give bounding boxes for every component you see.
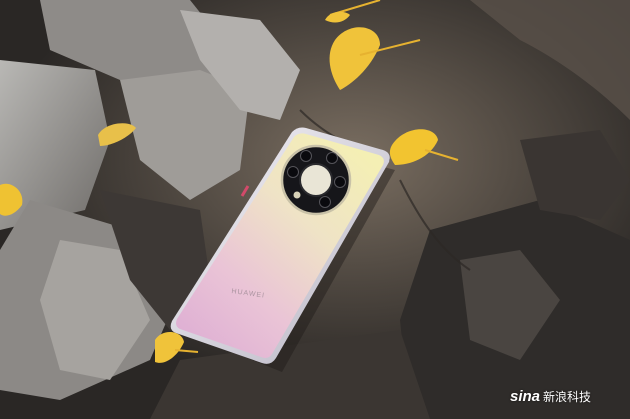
watermark-text: 新浪科技 xyxy=(543,389,592,404)
scene-drawing xyxy=(0,0,630,419)
camera-flash xyxy=(293,191,301,199)
camera-lens xyxy=(326,152,338,164)
camera-lens xyxy=(300,150,312,162)
camera-lens xyxy=(334,176,346,188)
camera-lens xyxy=(319,196,331,208)
camera-inner-ring xyxy=(299,163,333,197)
sina-logo-icon: sina xyxy=(510,387,541,405)
camera-lens xyxy=(287,166,299,178)
photo-scene: HUAWEI sina 新浪科技 xyxy=(0,0,630,419)
watermark: sina 新浪科技 xyxy=(510,385,628,407)
